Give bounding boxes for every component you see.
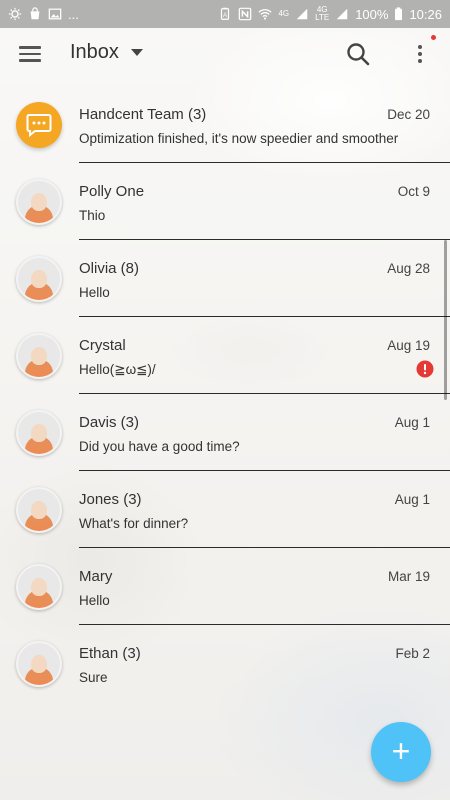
send-failed-icon[interactable] — [416, 360, 434, 378]
contact-name: Mary — [79, 568, 113, 585]
message-preview: Hello(≧ω≦)/ — [79, 362, 156, 377]
hamburger-menu-icon[interactable] — [18, 42, 42, 66]
avatar — [16, 256, 62, 302]
contact-name: Ethan (3) — [79, 645, 141, 662]
image-icon — [48, 8, 62, 20]
avatar — [16, 179, 62, 225]
notification-dot — [431, 35, 436, 40]
signal-icon-2 — [336, 8, 348, 20]
svg-text:A: A — [223, 12, 228, 19]
contact-name: Polly One — [79, 183, 145, 200]
more-vert-icon[interactable] — [412, 42, 428, 66]
status-more-text: ... — [68, 6, 79, 22]
message-date: Aug 28 — [387, 261, 430, 276]
message-preview: Sure — [79, 670, 108, 685]
avatar — [16, 564, 62, 610]
nfc-icon — [239, 7, 252, 21]
contact-name: Olivia (8) — [79, 260, 140, 277]
handcent-avatar — [16, 102, 62, 148]
message-date: Aug 1 — [394, 415, 430, 430]
contact-name: Davis (3) — [79, 414, 140, 431]
add-icon: + — [391, 733, 411, 769]
message-date: Aug 1 — [394, 492, 430, 507]
page-title: Inbox — [70, 41, 119, 63]
message-preview: Thio — [79, 208, 106, 223]
conversation-item[interactable]: Mary Mar 19 Hello — [0, 548, 450, 625]
message-date: Mar 19 — [387, 569, 430, 584]
message-date: Feb 2 — [395, 646, 430, 661]
message-preview: Hello — [79, 285, 110, 300]
contact-name: Jones (3) — [79, 491, 142, 508]
message-date: Oct 9 — [397, 184, 430, 199]
avatar — [16, 410, 62, 456]
scrollbar[interactable] — [444, 240, 447, 400]
chat-bubble-icon — [26, 114, 52, 137]
search-icon[interactable] — [345, 41, 371, 67]
bag-icon — [30, 7, 40, 20]
conversation-item[interactable]: Handcent Team (3) Dec 20 Optimization fi… — [0, 86, 450, 163]
network-indicator-1: 4G — [278, 9, 290, 18]
message-preview: Hello — [79, 593, 110, 608]
message-preview: Did you have a good time? — [79, 439, 240, 454]
message-preview: What's for dinner? — [79, 516, 189, 531]
chevron-down-icon — [130, 49, 143, 56]
status-bar-left: ... — [8, 7, 79, 22]
contact-name: Crystal — [79, 337, 126, 354]
message-preview: Optimization finished, it's now speedier… — [79, 131, 399, 146]
conversation-item[interactable]: Polly One Oct 9 Thio — [0, 163, 450, 240]
signal-icon-1 — [296, 8, 308, 20]
avatar — [16, 333, 62, 379]
folder-selector[interactable]: Inbox — [70, 41, 143, 64]
contact-name: Handcent Team (3) — [79, 106, 207, 123]
avatar — [16, 487, 62, 533]
message-date: Dec 20 — [387, 107, 430, 122]
conversation-item[interactable]: Ethan (3) Feb 2 Sure — [0, 625, 450, 702]
conversation-item[interactable]: Crystal Aug 19 Hello(≧ω≦)/ — [0, 317, 450, 394]
status-bar: ... A 4G 4G LTE 100% 10:26 — [0, 0, 450, 28]
battery-saver-icon: A — [221, 7, 230, 20]
conversation-item[interactable]: Olivia (8) Aug 28 Hello — [0, 240, 450, 317]
network-indicator-2: 4G LTE — [315, 5, 330, 22]
battery-icon — [395, 7, 403, 21]
conversation-item[interactable]: Jones (3) Aug 1 What's for dinner? — [0, 471, 450, 548]
wifi-icon — [258, 9, 273, 20]
compose-button[interactable]: + — [371, 722, 431, 782]
clock: 10:26 — [409, 6, 442, 22]
conversation-list: Handcent Team (3) Dec 20 Optimization fi… — [0, 86, 450, 702]
app-bar: Inbox — [0, 28, 450, 80]
status-bar-right: A 4G 4G LTE 100% 10:26 — [218, 6, 442, 22]
settings-icon — [8, 7, 22, 21]
avatar — [16, 641, 62, 687]
battery-percent: 100% — [355, 6, 389, 22]
message-date: Aug 19 — [387, 338, 430, 353]
conversation-item[interactable]: Davis (3) Aug 1 Did you have a good time… — [0, 394, 450, 471]
